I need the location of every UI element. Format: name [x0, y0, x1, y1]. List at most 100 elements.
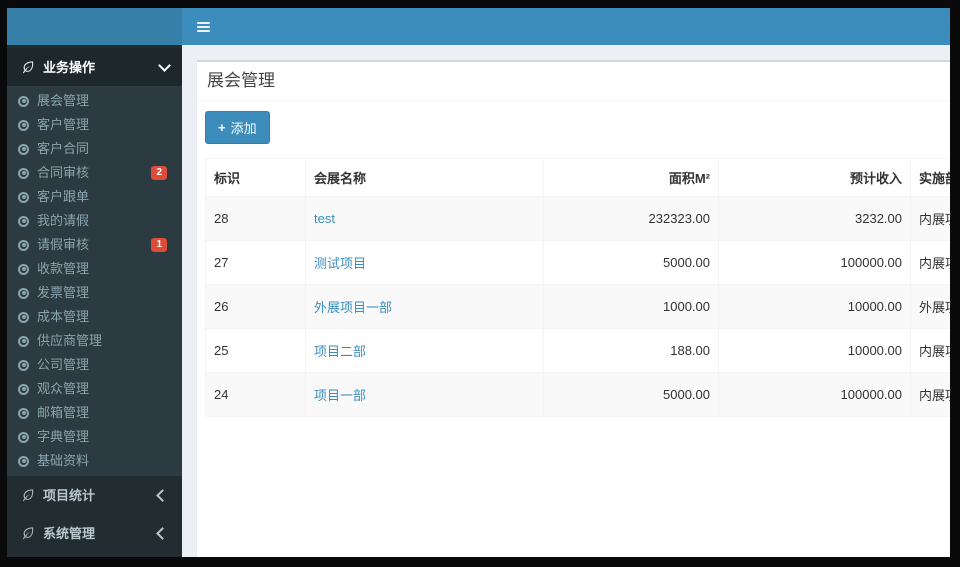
- cell-name: 测试项目: [305, 240, 544, 285]
- dot-circle-icon: [18, 119, 29, 131]
- sidebar-item[interactable]: 供应商管理: [7, 329, 182, 353]
- cell-id: 25: [205, 328, 306, 373]
- cell-income: 3232.00: [718, 196, 911, 241]
- dot-circle-icon: [18, 335, 29, 347]
- exhibition-box: 展会管理 + 添加 标识会展名称面积M²预计收入实施部门 28 test 23232…: [197, 60, 950, 557]
- sidebar-section-label: 系统管理: [43, 525, 96, 541]
- sidebar-item-label: 客户跟单: [37, 189, 90, 204]
- cell-area: 232323.00: [543, 196, 719, 241]
- dot-circle-icon: [18, 239, 29, 251]
- dot-circle-icon: [18, 383, 29, 395]
- sidebar-item-label: 客户合同: [37, 141, 90, 156]
- sidebar-item-label: 观众管理: [37, 381, 90, 396]
- hamburger-icon[interactable]: [182, 8, 224, 45]
- sidebar-item[interactable]: 观众管理: [7, 377, 182, 401]
- sidebar-section-label: 项目统计: [43, 487, 96, 503]
- content-area: 展会管理 + 添加 标识会展名称面积M²预计收入实施部门 28 test 23232…: [182, 45, 950, 557]
- sidebar-section-label: 业务操作: [43, 59, 96, 75]
- dot-circle-icon: [18, 263, 29, 275]
- column-header-dept: 实施部门: [910, 158, 950, 197]
- sidebar-item[interactable]: 合同审核 2: [7, 161, 182, 185]
- sidebar-item[interactable]: 收款管理: [7, 257, 182, 281]
- cell-name: 项目一部: [305, 372, 544, 417]
- column-header-name: 会展名称: [305, 158, 544, 197]
- sidebar-nav: 业务操作展会管理客户管理客户合同合同审核 2 客户跟单我的请假请假审核 1 收款管理发票…: [7, 48, 182, 552]
- sidebar-item-label: 请假审核: [37, 237, 90, 252]
- dot-circle-icon: [18, 359, 29, 371]
- sidebar-item-label: 字典管理: [37, 429, 90, 444]
- dot-circle-icon: [18, 311, 29, 323]
- sidebar-item-label: 邮箱管理: [37, 405, 90, 420]
- sidebar-item-label: 发票管理: [37, 285, 90, 300]
- sidebar-submenu: 展会管理客户管理客户合同合同审核 2 客户跟单我的请假请假审核 1 收款管理发票管理成本…: [7, 86, 182, 476]
- sidebar: 业务操作展会管理客户管理客户合同合同审核 2 客户跟单我的请假请假审核 1 收款管理发票…: [7, 45, 182, 557]
- sidebar-item-label: 收款管理: [37, 261, 90, 276]
- sidebar-item-label: 供应商管理: [37, 333, 103, 348]
- chevron-left-icon: [156, 526, 169, 540]
- dot-circle-icon: [18, 287, 29, 299]
- sidebar-item[interactable]: 发票管理: [7, 281, 182, 305]
- sidebar-item-label: 展会管理: [37, 93, 90, 108]
- dot-circle-icon: [18, 191, 29, 203]
- cell-income: 10000.00: [718, 284, 911, 329]
- add-button[interactable]: + 添加: [205, 111, 270, 144]
- table-row: 27 测试项目 5000.00100000.00内展项目: [205, 240, 950, 285]
- sidebar-item-label: 成本管理: [37, 309, 90, 324]
- exhibition-link[interactable]: 外展项目一部: [314, 300, 392, 315]
- cell-id: 27: [205, 240, 306, 285]
- box-body: + 添加 标识会展名称面积M²预计收入实施部门 28 test 232323.003…: [197, 101, 950, 425]
- sidebar-item[interactable]: 请假审核 1: [7, 233, 182, 257]
- chevron-down-icon: [158, 59, 171, 72]
- column-header-area: 面积M²: [543, 158, 719, 197]
- sidebar-item[interactable]: 公司管理: [7, 353, 182, 377]
- cell-id: 26: [205, 284, 306, 329]
- sidebar-section-header[interactable]: 系统管理: [7, 514, 182, 552]
- column-header-id: 标识: [205, 158, 306, 197]
- exhibition-link[interactable]: test: [314, 211, 335, 226]
- sidebar-section-header[interactable]: 业务操作: [7, 48, 182, 86]
- cell-dept: 外展项目: [910, 284, 950, 329]
- dot-circle-icon: [18, 455, 29, 467]
- chevron-left-icon: [156, 488, 169, 502]
- sidebar-item[interactable]: 基础资料: [7, 449, 182, 473]
- plus-icon: +: [218, 120, 226, 135]
- cell-dept: 内展项目: [910, 240, 950, 285]
- sidebar-item[interactable]: 客户管理: [7, 113, 182, 137]
- cell-name: 外展项目一部: [305, 284, 544, 329]
- navbar-logo[interactable]: [7, 8, 182, 45]
- table-body: 28test232323.003232.00内展项目27测试项目5000.001…: [205, 196, 950, 417]
- sidebar-item[interactable]: 字典管理: [7, 425, 182, 449]
- add-button-label: 添加: [230, 121, 257, 136]
- sidebar-item-label: 合同审核: [37, 165, 90, 180]
- table-row: 25 项目二部 188.0010000.00内展项目: [205, 328, 950, 373]
- sidebar-item[interactable]: 客户跟单: [7, 185, 182, 209]
- sidebar-item[interactable]: 成本管理: [7, 305, 182, 329]
- cell-area: 1000.00: [543, 284, 719, 329]
- table-header-row: 标识会展名称面积M²预计收入实施部门: [205, 158, 950, 197]
- exhibition-link[interactable]: 测试项目: [314, 256, 366, 271]
- navbar-main: [182, 8, 950, 45]
- exhibition-link[interactable]: 项目二部: [314, 344, 366, 359]
- cell-area: 188.00: [543, 328, 719, 373]
- sidebar-item-label: 基础资料: [37, 453, 90, 468]
- exhibition-table: 标识会展名称面积M²预计收入实施部门 28 test 232323.003232.0…: [205, 158, 950, 417]
- cell-name: test: [305, 196, 544, 241]
- dot-circle-icon: [18, 215, 29, 227]
- sidebar-item-label: 我的请假: [37, 213, 90, 228]
- dot-circle-icon: [18, 431, 29, 443]
- cell-income: 100000.00: [718, 240, 911, 285]
- cell-dept: 内展项目: [910, 372, 950, 417]
- cell-income: 100000.00: [718, 372, 911, 417]
- sidebar-item[interactable]: 客户合同: [7, 137, 182, 161]
- notification-badge: 1: [151, 238, 167, 252]
- box-header: 展会管理: [197, 62, 950, 101]
- cell-area: 5000.00: [543, 372, 719, 417]
- sidebar-item[interactable]: 邮箱管理: [7, 401, 182, 425]
- cell-dept: 内展项目: [910, 328, 950, 373]
- table-row: 26 外展项目一部 1000.0010000.00外展项目: [205, 284, 950, 329]
- exhibition-link[interactable]: 项目一部: [314, 388, 366, 403]
- sidebar-item[interactable]: 我的请假: [7, 209, 182, 233]
- sidebar-section-header[interactable]: 项目统计: [7, 476, 182, 514]
- sidebar-item[interactable]: 展会管理: [7, 89, 182, 113]
- column-header-income: 预计收入: [718, 158, 911, 197]
